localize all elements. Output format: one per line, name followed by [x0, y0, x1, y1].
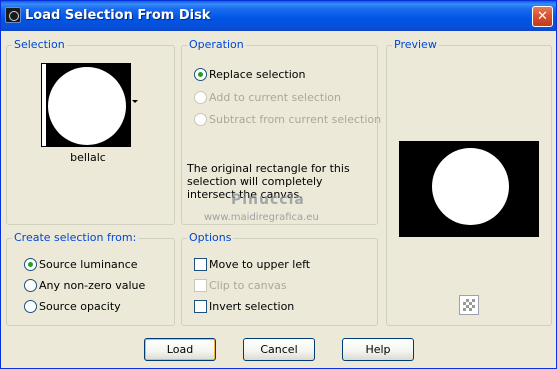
chevron-down-icon[interactable] — [132, 100, 138, 103]
radio-button[interactable] — [24, 258, 37, 271]
radio-label: Source opacity — [39, 300, 121, 313]
create-from-group-label: Create selection from: — [12, 231, 139, 245]
radio-button[interactable] — [24, 279, 37, 292]
radio-button — [194, 91, 207, 104]
checkbox — [194, 279, 207, 292]
thumbnail-edge — [42, 64, 46, 146]
cancel-button[interactable]: Cancel — [243, 338, 315, 361]
checkbox-label: Move to upper left — [209, 258, 311, 271]
window-title: Load Selection From Disk — [25, 8, 211, 23]
radio-label: Any non-zero value — [39, 279, 146, 292]
app-selection-icon — [5, 7, 21, 23]
preview-group-label: Preview — [392, 38, 439, 52]
load-selection-dialog: Load Selection From Disk ✕ Selection bel… — [0, 0, 557, 369]
selection-thumbnail[interactable] — [41, 63, 131, 147]
radio-label: Replace selection — [209, 68, 306, 81]
radio-label: Add to current selection — [209, 91, 341, 104]
selection-group-label: Selection — [12, 38, 67, 52]
preview-circle — [432, 148, 509, 225]
radio-button — [194, 113, 207, 126]
radio-label: Subtract from current selection — [209, 113, 382, 126]
selection-file-name: bellalc — [70, 151, 106, 164]
checkbox-label: Invert selection — [209, 300, 295, 313]
watermark-name: Pinuccia — [231, 192, 305, 208]
operation-group-label: Operation — [187, 38, 246, 52]
checkbox-label: Clip to canvas — [209, 279, 287, 292]
title-bar[interactable]: Load Selection From Disk ✕ — [1, 1, 556, 31]
radio-button[interactable] — [24, 300, 37, 313]
load-button[interactable]: Load — [144, 338, 216, 361]
close-button[interactable]: ✕ — [532, 6, 553, 27]
preview-image — [399, 141, 539, 237]
checkbox[interactable] — [194, 300, 207, 313]
checkbox[interactable] — [194, 258, 207, 271]
help-button[interactable]: Help — [342, 338, 414, 361]
radio-label: Source luminance — [39, 258, 138, 271]
watermark-url: www.maidiregrafica.eu — [204, 212, 319, 223]
radio-button[interactable] — [194, 68, 207, 81]
thumbnail-circle — [48, 67, 126, 145]
options-group-label: Options — [187, 231, 234, 245]
transparency-checker-icon[interactable] — [459, 295, 479, 315]
